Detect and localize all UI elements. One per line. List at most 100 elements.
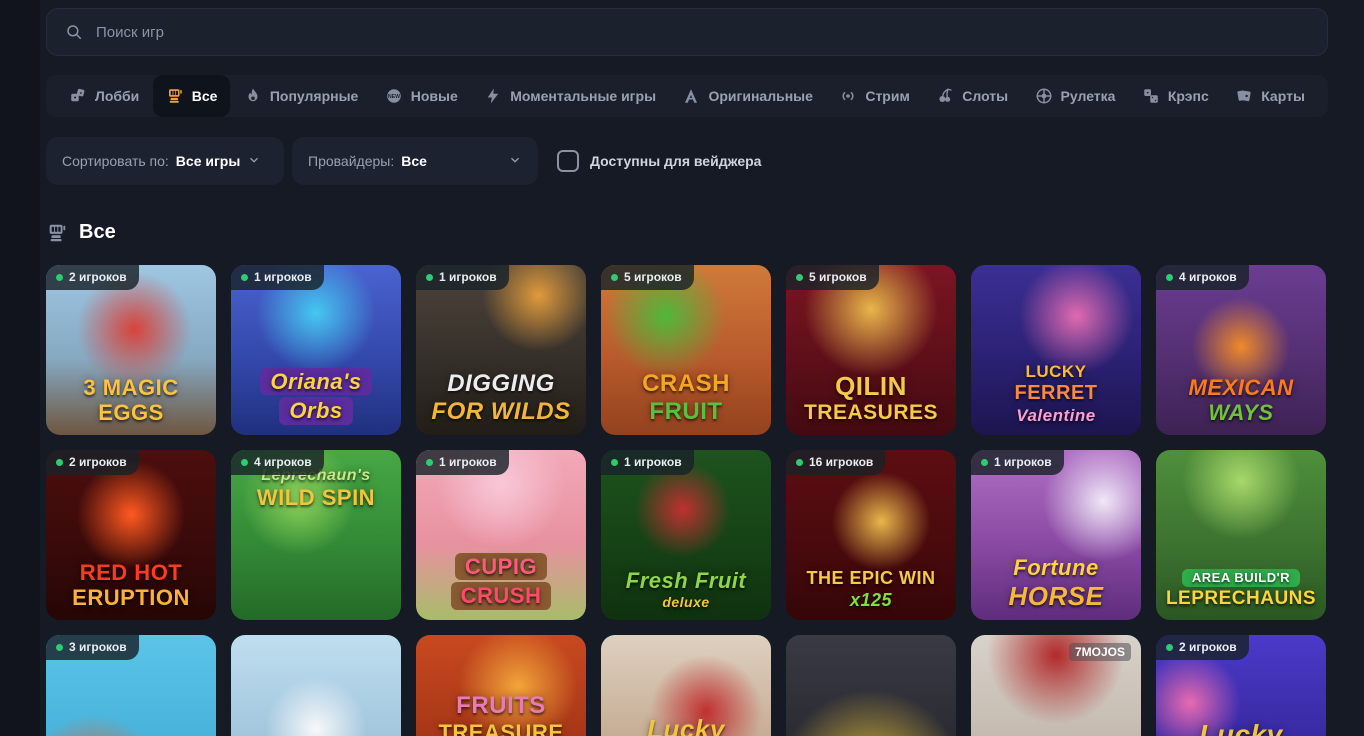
game-title-line: TREASURES xyxy=(804,402,938,425)
category-tab[interactable]: NEW Новые xyxy=(372,75,471,117)
game-tile[interactable]: 4 игроковMEXICANWAYS xyxy=(1156,265,1326,435)
section-header: Все xyxy=(46,221,1328,244)
providers-value: Все xyxy=(401,153,427,169)
game-tile[interactable]: 16 игроков THE EPIC WINx125 xyxy=(786,450,956,620)
online-dot-icon xyxy=(56,274,63,281)
wager-checkbox-label: Доступны для вейджера xyxy=(590,153,761,169)
player-count-text: 2 игроков xyxy=(69,270,127,284)
game-tile[interactable]: 1 игроков CUPIGCRUSH xyxy=(416,450,586,620)
game-title-line: Valentine xyxy=(1016,407,1095,425)
game-title-line: EGGS xyxy=(98,401,164,425)
player-count-badge: 4 игроков xyxy=(231,450,324,475)
player-count-badge: 2 игроков xyxy=(1156,635,1249,660)
games-page: ЛоббиВсеПопулярныеNEWНовыеМоментальные и… xyxy=(46,0,1328,736)
stream-icon xyxy=(839,87,857,105)
slot-machine-icon xyxy=(46,222,68,244)
game-title: CUPIGCRUSH xyxy=(420,553,582,611)
game-title: QILINTREASURES xyxy=(790,372,952,425)
player-count-text: 1 игроков xyxy=(254,270,312,284)
game-tile[interactable]: 2 игроковRED HOTERUPTION xyxy=(46,450,216,620)
player-count-text: 2 игроков xyxy=(69,455,127,469)
category-tab[interactable]: Слоты xyxy=(923,75,1021,117)
lobby-dice-icon xyxy=(69,87,87,105)
wager-checkbox[interactable] xyxy=(557,150,579,172)
category-tab[interactable]: Карты xyxy=(1222,75,1318,117)
player-count-text: 1 игроков xyxy=(624,455,682,469)
game-title-line: CRASH xyxy=(642,371,730,397)
category-tab[interactable]: Оригинальные xyxy=(669,75,825,117)
game-title-line: TREASURE xyxy=(438,721,563,736)
game-tile[interactable]: LUCKYFERRETValentine xyxy=(971,265,1141,435)
game-title-line: WILD SPIN xyxy=(257,486,375,510)
player-count-badge: 4 игроков xyxy=(1156,265,1249,290)
game-title-line: LEPRECHAUNS xyxy=(1166,589,1316,610)
game-tile[interactable]: Lucky xyxy=(601,635,771,736)
game-tile[interactable]: FRUITS TREASURE xyxy=(416,635,586,736)
section-title: Все xyxy=(79,221,116,244)
game-title: FRUITS TREASURE xyxy=(420,693,582,736)
player-count-badge: 1 игроков xyxy=(231,265,324,290)
online-dot-icon xyxy=(426,459,433,466)
category-tab[interactable]: Лобби xyxy=(56,75,152,117)
game-tile[interactable]: 1 игроковDIGGINGFOR WILDS xyxy=(416,265,586,435)
game-title-line: deluxe xyxy=(662,595,709,610)
craps-dice-icon xyxy=(1142,87,1160,105)
online-dot-icon xyxy=(611,459,618,466)
svg-text:NEW: NEW xyxy=(388,94,400,100)
game-title: DIGGINGFOR WILDS xyxy=(420,371,582,425)
player-count-text: 2 игроков xyxy=(1179,640,1237,654)
game-tile[interactable]: 3 игроков xyxy=(46,635,216,736)
sort-dropdown[interactable]: Сортировать по: Все игры xyxy=(46,137,284,185)
search-bar[interactable] xyxy=(46,8,1328,56)
category-tab[interactable]: Рулетка xyxy=(1022,75,1129,117)
player-count-badge: 2 игроков xyxy=(46,265,139,290)
game-tile[interactable]: 1 игроковOriana'sOrbs xyxy=(231,265,401,435)
game-tile[interactable]: 2 игроков 3 MAGICEGGS xyxy=(46,265,216,435)
game-tile[interactable]: 5 игроков CRASHFRUIT xyxy=(601,265,771,435)
player-count-badge: 1 игроков xyxy=(416,450,509,475)
category-tab[interactable]: Популярные xyxy=(231,75,371,117)
wager-filter[interactable]: Доступны для вейджера xyxy=(557,150,761,172)
slot-machine-icon xyxy=(166,87,184,105)
player-count-text: 5 игроков xyxy=(624,270,682,284)
game-title-line: CRUSH xyxy=(451,582,552,610)
new-badge-icon: NEW xyxy=(385,87,403,105)
game-title: CRASHFRUIT xyxy=(605,371,767,425)
tab-label: Новые xyxy=(411,88,458,104)
tab-label: Оригинальные xyxy=(708,88,812,104)
originals-icon xyxy=(682,87,700,105)
game-tile[interactable]: 5 игроков QILINTREASURES xyxy=(786,265,956,435)
game-tile[interactable] xyxy=(231,635,401,736)
game-tile[interactable]: 4 игроковLeprechaun'sWILD SPIN xyxy=(231,450,401,620)
category-tab[interactable]: Все xyxy=(153,75,231,117)
chevron-down-icon xyxy=(508,153,522,170)
game-title: FortuneHORSE xyxy=(975,556,1137,610)
online-dot-icon xyxy=(981,459,988,466)
game-tile[interactable]: 1 игроковFresh Fruitdeluxe xyxy=(601,450,771,620)
game-title: AREA BUILD'RLEPRECHAUNS xyxy=(1160,569,1322,610)
providers-dropdown[interactable]: Провайдеры: Все xyxy=(292,137,538,185)
game-tile[interactable]: 2 игроков Lucky xyxy=(1156,635,1326,736)
game-title: 3 MAGICEGGS xyxy=(50,376,212,426)
game-title-line: ERUPTION xyxy=(72,586,190,610)
category-tab[interactable]: Стрим xyxy=(826,75,922,117)
game-title-line: FRUITS xyxy=(456,693,546,719)
game-tile[interactable]: AREA BUILD'RLEPRECHAUNS xyxy=(1156,450,1326,620)
search-input[interactable] xyxy=(96,24,1309,41)
game-tile[interactable]: 1 игроковFortuneHORSE xyxy=(971,450,1141,620)
player-count-badge: 16 игроков xyxy=(786,450,885,475)
game-tile[interactable]: 7MOJOS xyxy=(971,635,1141,736)
player-count-text: 4 игроков xyxy=(1179,270,1237,284)
game-title-line: Lucky xyxy=(1199,720,1282,736)
category-tab[interactable]: Моментальные игры xyxy=(471,75,669,117)
game-title: THE EPIC WINx125 xyxy=(790,569,952,610)
providers-label: Провайдеры: xyxy=(308,153,394,169)
tab-label: Моментальные игры xyxy=(510,88,656,104)
category-tab[interactable]: Крэпс xyxy=(1129,75,1222,117)
player-count-text: 5 игроков xyxy=(809,270,867,284)
game-title-line: LUCKY xyxy=(1025,363,1086,381)
tab-label: Слоты xyxy=(962,88,1008,104)
player-count-badge: 3 игроков xyxy=(46,635,139,660)
game-tile[interactable] xyxy=(786,635,956,736)
game-title-line: THE EPIC WIN xyxy=(806,569,935,588)
